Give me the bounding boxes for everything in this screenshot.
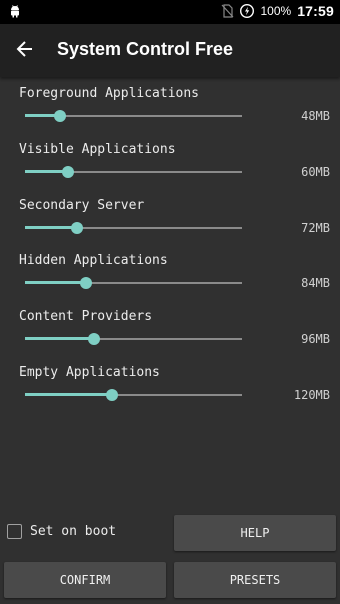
setting-value: 72MB <box>301 220 330 235</box>
setting-label: Foreground Applications <box>19 86 200 101</box>
setting-value: 84MB <box>301 276 330 291</box>
memory-slider[interactable] <box>25 275 242 291</box>
memory-slider[interactable] <box>25 220 242 236</box>
slider-thumb[interactable] <box>62 165 75 178</box>
setting-label: Hidden Applications <box>19 253 168 269</box>
setting-label: Content Providers <box>19 309 153 325</box>
setting-label: Visible Applications <box>19 141 176 157</box>
slider-thumb[interactable] <box>105 388 118 401</box>
slider-thumb[interactable] <box>79 277 92 290</box>
slider-fill <box>25 392 112 396</box>
page-title: System Control Free <box>57 39 234 59</box>
android-icon <box>8 4 22 18</box>
setting-label: Empty Applications <box>19 364 160 380</box>
setting-empty-applications: Empty Applications 120MB <box>0 356 340 412</box>
help-button[interactable]: HELP <box>174 515 336 551</box>
battery-percent: 100% <box>260 4 292 18</box>
setting-value: 48MB <box>301 109 330 123</box>
slider-thumb[interactable] <box>88 333 101 346</box>
setting-visible-applications: Visible Applications 60MB <box>0 133 340 189</box>
slider-fill <box>25 281 86 285</box>
setting-label: Secondary Server <box>19 197 145 213</box>
memory-slider[interactable] <box>25 387 242 403</box>
setting-value: 96MB <box>301 332 330 347</box>
confirm-button[interactable]: CONFIRM <box>4 562 166 598</box>
setting-value: 120MB <box>293 387 330 402</box>
memory-slider[interactable] <box>25 108 242 124</box>
settings-list: Foreground Applications 48MB Visible App… <box>0 77 340 412</box>
set-on-boot-checkbox[interactable] <box>7 524 22 539</box>
slider-fill <box>25 225 78 229</box>
slider-thumb[interactable] <box>53 110 66 122</box>
memory-slider[interactable] <box>25 164 242 180</box>
slider-thumb[interactable] <box>71 221 84 234</box>
setting-content-providers: Content Providers 96MB <box>0 300 340 356</box>
back-button[interactable] <box>10 36 40 66</box>
setting-foreground-applications: Foreground Applications 48MB <box>0 77 340 133</box>
no-sim-icon <box>220 4 234 18</box>
status-bar: 100% 17:59 <box>0 0 340 24</box>
set-on-boot-row[interactable]: Set on boot <box>7 524 116 539</box>
app-bar: System Control Free <box>0 24 340 77</box>
battery-saver-icon <box>240 3 255 19</box>
slider-fill <box>25 337 95 341</box>
setting-hidden-applications: Hidden Applications 84MB <box>0 244 340 300</box>
clock: 17:59 <box>297 3 334 19</box>
memory-slider[interactable] <box>25 331 242 347</box>
presets-button[interactable]: PRESETS <box>174 562 336 598</box>
arrow-left-icon <box>16 40 34 62</box>
set-on-boot-label: Set on boot <box>30 524 117 539</box>
setting-secondary-server: Secondary Server 72MB <box>0 189 340 245</box>
setting-value: 60MB <box>301 164 330 179</box>
